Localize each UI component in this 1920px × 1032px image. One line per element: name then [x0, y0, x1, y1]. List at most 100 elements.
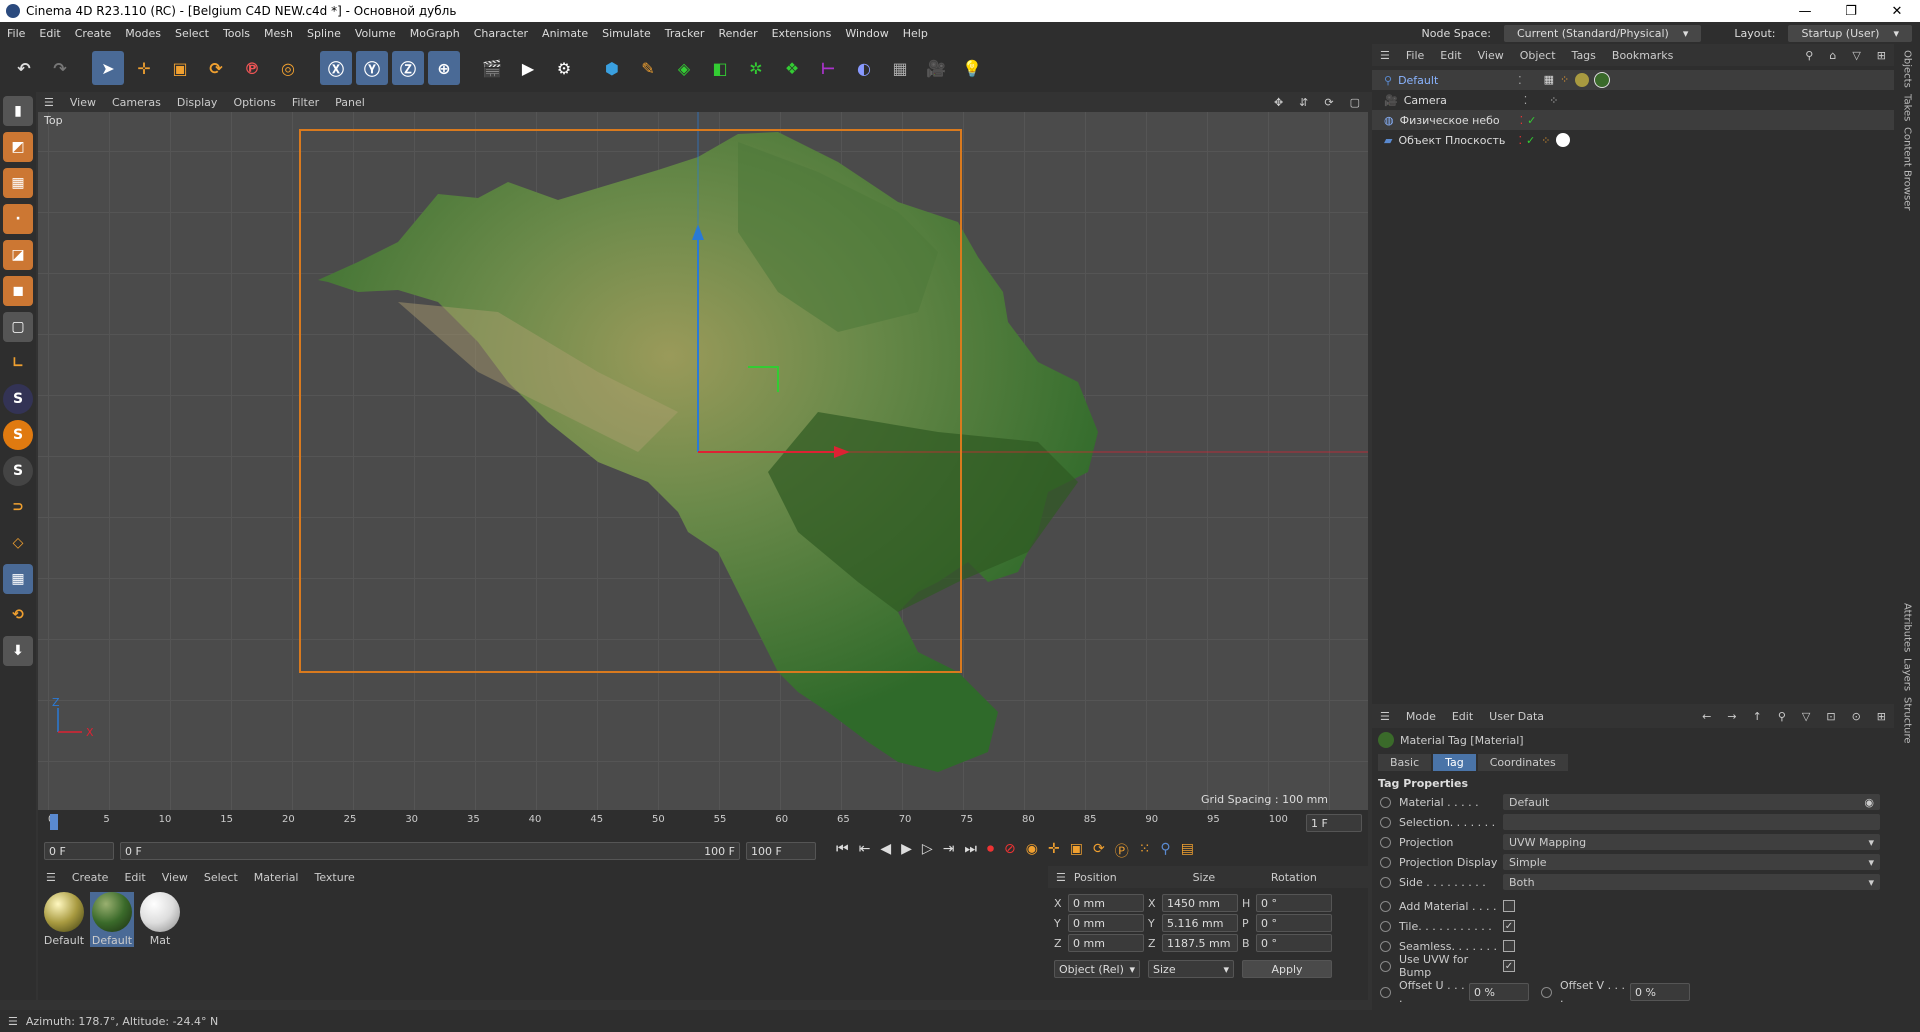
hamburger-icon[interactable]: ☰ [1372, 49, 1398, 62]
menu-modes[interactable]: Modes [118, 27, 168, 40]
maximize-view-icon[interactable]: ▢ [1342, 96, 1368, 109]
redo-icon[interactable]: ↷ [44, 51, 76, 85]
coordinate-system-icon[interactable]: ⊕ [428, 51, 460, 85]
size-mode-dropdown[interactable]: Size ▾ [1148, 960, 1234, 978]
search-icon[interactable]: ⚲ [1770, 710, 1794, 723]
snap-icon[interactable]: S [3, 384, 33, 414]
menu-mograph[interactable]: MoGraph [403, 27, 467, 40]
material-menu-texture[interactable]: Texture [306, 871, 362, 884]
x-axis-lock-icon[interactable]: Ⓧ [320, 51, 352, 85]
filter-icon[interactable]: ▽ [1794, 710, 1818, 723]
menu-edit[interactable]: Edit [32, 27, 67, 40]
minimize-button[interactable]: — [1782, 4, 1828, 19]
menu-spline[interactable]: Spline [300, 27, 348, 40]
close-button[interactable]: ✕ [1874, 4, 1920, 19]
snap-settings-icon[interactable]: S [3, 420, 33, 450]
back-arrow-icon[interactable]: ← [1694, 710, 1719, 723]
object-row[interactable]: ◍ Физическое небо ⁚ ✓ [1372, 110, 1894, 130]
object-row[interactable]: ⚲ Default ⁚ ▦ ⁘ [1372, 70, 1894, 90]
animate-radio[interactable] [1380, 836, 1391, 848]
selection-field[interactable] [1503, 814, 1880, 830]
menu-tools[interactable]: Tools [216, 27, 257, 40]
go-to-start-icon[interactable]: ⏮ [836, 841, 849, 861]
enabled-check-icon[interactable]: ✓ [1526, 134, 1535, 147]
visibility-dots-icon[interactable]: ⁚ [1520, 114, 1524, 127]
animate-radio[interactable] [1380, 816, 1391, 828]
undo-icon[interactable]: ↶ [8, 51, 40, 85]
material-swatch[interactable]: Mat [138, 892, 182, 947]
viewport-menu-panel[interactable]: Panel [327, 96, 373, 109]
side-tab-takes[interactable]: Takes [1902, 94, 1913, 121]
extrude-icon[interactable]: ◧ [704, 51, 736, 85]
material-menu-select[interactable]: Select [196, 871, 246, 884]
protection-tag-icon[interactable]: ⁘ [1549, 94, 1558, 107]
attribute-menu-edit[interactable]: Edit [1444, 710, 1481, 723]
next-frame-icon[interactable]: ▷ [922, 841, 933, 861]
hamburger-icon[interactable]: ☰ [36, 96, 62, 109]
motion-system-icon[interactable]: ⚲ [1160, 841, 1170, 861]
seamless-checkbox[interactable] [1503, 940, 1515, 952]
workplane-icon[interactable]: ◇ [3, 528, 33, 558]
menu-tracker[interactable]: Tracker [658, 27, 712, 40]
visibility-dots-icon[interactable]: ⁚ [1518, 74, 1522, 87]
forward-arrow-icon[interactable]: → [1719, 710, 1744, 723]
offset-u-field[interactable]: 0 % [1469, 983, 1529, 1001]
menu-volume[interactable]: Volume [348, 27, 403, 40]
tab-tag[interactable]: Tag [1433, 754, 1476, 771]
material-tag-icon[interactable] [1594, 72, 1611, 88]
rotate-tool-icon[interactable]: ⟳ [200, 51, 232, 85]
maximize-button[interactable]: ❐ [1828, 4, 1874, 19]
menu-render[interactable]: Render [711, 27, 764, 40]
side-tab-objects[interactable]: Objects [1902, 50, 1913, 88]
cloner-icon[interactable]: ✲ [740, 51, 772, 85]
render-view-icon[interactable]: ▶ [512, 51, 544, 85]
new-window-icon[interactable]: ⊞ [1869, 49, 1894, 62]
go-to-end-icon[interactable]: ⏭ [964, 841, 977, 861]
menu-select[interactable]: Select [168, 27, 216, 40]
previous-key-icon[interactable]: ⇤ [859, 841, 871, 861]
animate-radio[interactable] [1541, 986, 1552, 998]
current-frame-field[interactable]: 1 F [1306, 814, 1362, 832]
hamburger-icon[interactable]: ☰ [1048, 871, 1074, 884]
mograph-icon[interactable]: ❖ [776, 51, 808, 85]
position-field[interactable]: 0 mm [1068, 934, 1144, 952]
display-tag-icon[interactable]: ⁘ [1560, 73, 1569, 87]
position-field[interactable]: 0 mm [1068, 894, 1144, 912]
position-field[interactable]: 0 mm [1068, 914, 1144, 932]
deformer-icon[interactable]: ⊢ [812, 51, 844, 85]
visibility-dots-icon[interactable]: ⁚ [1524, 94, 1528, 107]
timeline-window-icon[interactable]: ▤ [1181, 841, 1194, 861]
checker-tag-icon[interactable]: ▦ [1544, 73, 1554, 87]
size-field[interactable]: 5.116 mm [1162, 914, 1238, 932]
layout-dropdown[interactable]: Startup (User) ▾ [1788, 24, 1912, 42]
move-tool-icon[interactable]: ✛ [128, 51, 160, 85]
previous-frame-icon[interactable]: ◀ [880, 841, 891, 861]
object-row[interactable]: 🎥 Camera ⁚ ⁘ [1372, 90, 1894, 110]
material-menu-create[interactable]: Create [64, 871, 117, 884]
floor-icon[interactable]: ▦ [884, 51, 916, 85]
edges-mode-icon[interactable]: ◪ [3, 240, 33, 270]
parameter-key-icon[interactable]: Ⓟ [1115, 841, 1129, 861]
coordinate-mode-dropdown[interactable]: Object (Rel) ▾ [1054, 960, 1140, 978]
hamburger-icon[interactable]: ☰ [1372, 710, 1398, 723]
model-mode-icon[interactable]: ▮ [3, 96, 33, 126]
lock-icon[interactable]: ⊡ [1818, 710, 1843, 723]
animate-radio[interactable] [1380, 986, 1391, 998]
animate-radio[interactable] [1380, 900, 1391, 912]
menu-window[interactable]: Window [838, 27, 895, 40]
material-menu-material[interactable]: Material [246, 871, 307, 884]
rotation-field[interactable]: 0 ° [1256, 894, 1332, 912]
locked-workplane-icon[interactable]: ▦ [3, 564, 33, 594]
tab-coordinates[interactable]: Coordinates [1477, 754, 1568, 771]
end-frame-field[interactable]: 100 F [746, 842, 816, 860]
camera-icon[interactable]: 🎥 [920, 51, 952, 85]
apply-button[interactable]: Apply [1242, 960, 1332, 978]
offset-v-field[interactable]: 0 % [1630, 983, 1690, 1001]
next-key-icon[interactable]: ⇥ [943, 841, 955, 861]
home-icon[interactable]: ⌂ [1821, 49, 1844, 62]
scale-tool-icon[interactable]: ▣ [164, 51, 196, 85]
animate-radio[interactable] [1380, 876, 1391, 888]
object-mode-icon[interactable]: ◩ [3, 132, 33, 162]
material-link-field[interactable]: Default ◉ [1503, 794, 1880, 810]
filter-icon[interactable]: ▽ [1844, 49, 1868, 62]
